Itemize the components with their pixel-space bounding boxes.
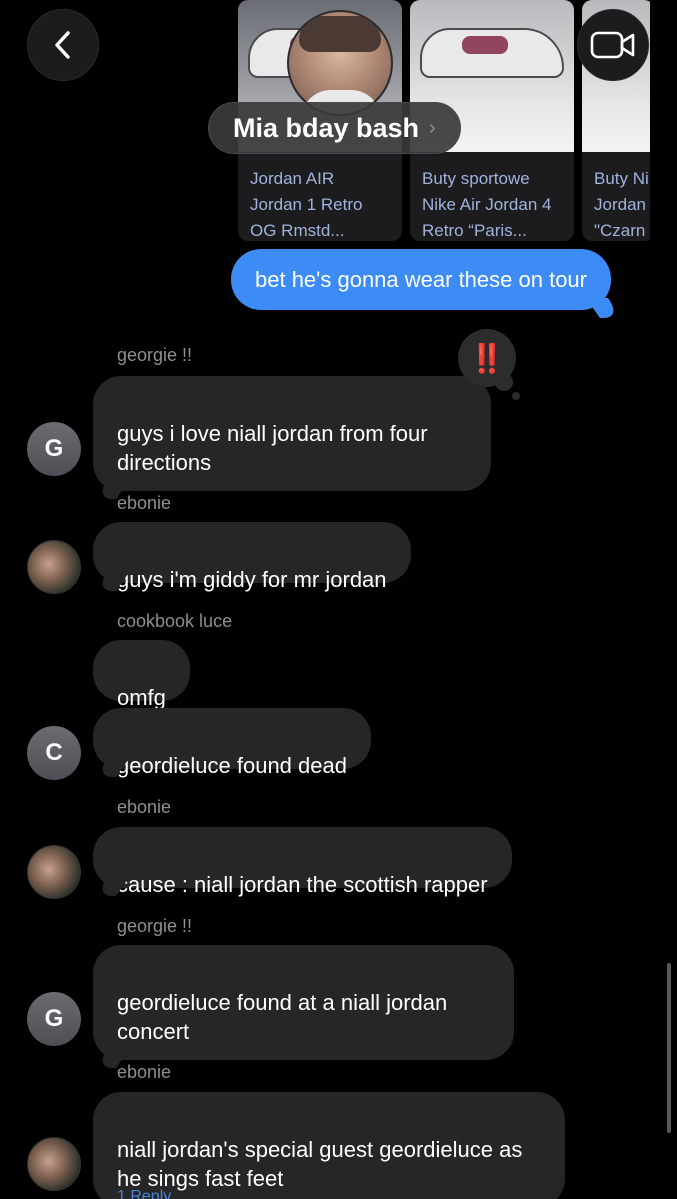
sender-name: ebonie xyxy=(117,1062,172,1082)
video-camera-icon xyxy=(590,31,635,59)
outgoing-message-bubble[interactable]: bet he's gonna wear these on tour xyxy=(231,249,611,310)
message-text: omfg xyxy=(117,685,166,710)
sender-name: georgie !! xyxy=(117,916,193,936)
group-name-pill[interactable]: Mia bday bash › xyxy=(208,102,461,154)
link-preview-title: Buty sportowe Nike Air Jordan 4 Retro “P… xyxy=(422,169,552,240)
back-button[interactable] xyxy=(27,9,99,81)
incoming-message-bubble[interactable]: geordieluce found dead xyxy=(93,708,371,778)
avatar[interactable] xyxy=(27,1137,81,1191)
avatar[interactable]: C xyxy=(27,726,81,780)
message-text: geordieluce found at a niall jordan conc… xyxy=(117,990,448,1044)
incoming-message-bubble[interactable]: guys i love niall jordan from four direc… xyxy=(93,376,491,491)
scrollbar[interactable] xyxy=(667,963,671,1133)
incoming-message-bubble[interactable]: geordieluce found at a niall jordan conc… xyxy=(93,945,514,1060)
avatar[interactable] xyxy=(27,845,81,899)
link-preview-title: Jordan AIR Jordan 1 Retro OG Rmstd... xyxy=(250,169,363,240)
chevron-right-icon: › xyxy=(429,116,436,139)
group-name: Mia bday bash xyxy=(233,112,420,143)
avatar[interactable] xyxy=(27,540,81,594)
incoming-message-bubble[interactable]: niall jordan's special guest geordieluce… xyxy=(93,1092,565,1199)
reaction-bubble[interactable]: ‼️ xyxy=(458,329,516,387)
chevron-left-icon xyxy=(55,31,70,59)
sender-name: ebonie xyxy=(117,797,172,817)
video-call-button[interactable] xyxy=(577,9,649,81)
group-avatar[interactable] xyxy=(287,10,393,116)
sender-name: ebonie xyxy=(117,493,172,513)
message-text: geordieluce found dead xyxy=(117,753,347,778)
avatar[interactable]: G xyxy=(27,992,81,1046)
message-text: guys i'm giddy for mr jordan xyxy=(117,567,387,592)
double-exclamation-icon: ‼️ xyxy=(469,342,505,374)
incoming-message-bubble[interactable]: omfg xyxy=(93,640,190,710)
reply-count-link[interactable]: 1 Reply xyxy=(117,1188,171,1199)
sender-name: cookbook luce xyxy=(117,611,233,631)
chat-screen: Jordan AIR Jordan 1 Retro OG Rmstd... Bu… xyxy=(0,0,677,1199)
reaction-tail xyxy=(512,392,520,400)
avatar[interactable]: G xyxy=(27,422,81,476)
message-text: bet he's gonna wear these on tour xyxy=(255,266,587,292)
message-text: cause : niall jordan the scottish rapper xyxy=(117,872,488,897)
incoming-message-bubble[interactable]: guys i'm giddy for mr jordan xyxy=(93,522,411,592)
message-text: guys i love niall jordan from four direc… xyxy=(117,421,428,475)
message-text: niall jordan's special guest geordieluce… xyxy=(117,1137,523,1191)
link-preview-title: Buty Ni Jordan "Czarn xyxy=(594,169,649,240)
incoming-message-bubble[interactable]: cause : niall jordan the scottish rapper xyxy=(93,827,512,897)
shoe-image xyxy=(420,28,564,78)
sender-name: georgie !! xyxy=(117,345,193,365)
